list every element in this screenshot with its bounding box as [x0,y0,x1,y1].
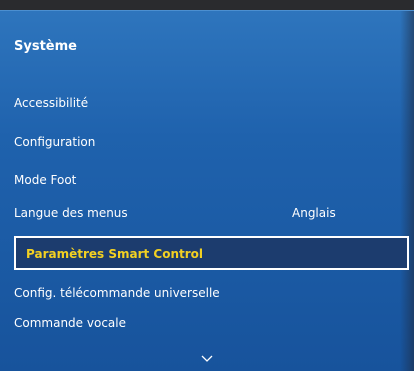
menu-item-config-telecommande[interactable]: Config. télécommande universelle [14,286,220,300]
menu-item-configuration[interactable]: Configuration [14,135,95,149]
chevron-down-icon[interactable] [200,352,214,366]
selected-item-label: Paramètres Smart Control [26,247,204,261]
panel-edge-shade [400,11,414,371]
menu-item-mode-foot[interactable]: Mode Foot [14,173,76,187]
system-menu-panel: Système Accessibilité Configuration Mode… [0,10,414,371]
menu-title: Système [14,39,77,54]
menu-item-accessibilite[interactable]: Accessibilité [14,96,88,110]
menu-item-parametres-smart-control[interactable]: Paramètres Smart Control [14,236,409,270]
menu-item-langue-des-menus[interactable]: Langue des menus [14,206,128,220]
menu-item-langue-value: Anglais [292,206,336,220]
menu-item-commande-vocale[interactable]: Commande vocale [14,316,126,330]
